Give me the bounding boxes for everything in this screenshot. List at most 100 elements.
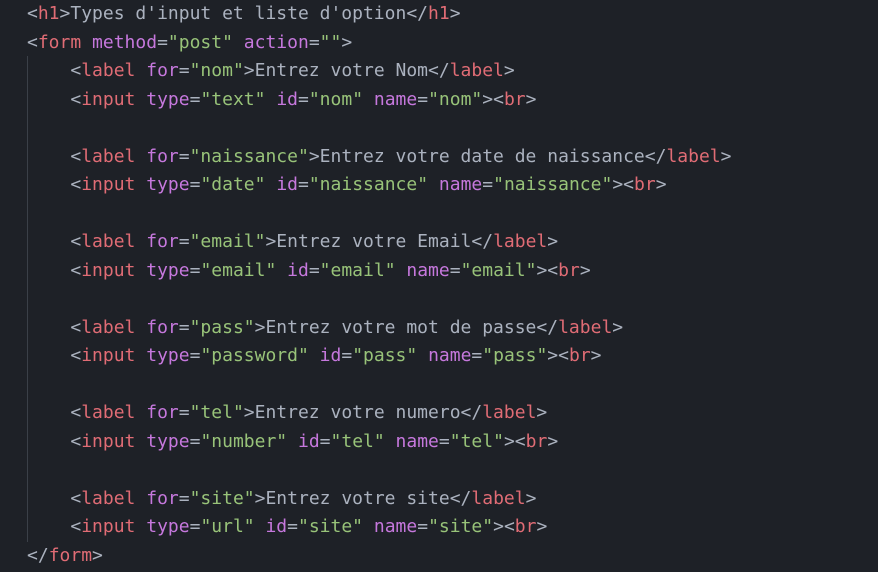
punctuation: </ xyxy=(471,231,494,252)
attribute-name: name xyxy=(406,259,450,281)
tag-name: label xyxy=(558,316,613,338)
tag-name: label xyxy=(81,231,136,252)
text-content: Entrez votre Nom xyxy=(254,60,429,81)
attribute-value: "pass" xyxy=(482,345,548,366)
attribute-value: "naissance" xyxy=(493,174,613,195)
punctuation: < xyxy=(70,231,82,252)
attribute-value: "post" xyxy=(167,31,233,53)
tag-name: input xyxy=(81,430,136,452)
punctuation: > xyxy=(493,516,504,537)
tag-name: label xyxy=(81,145,136,167)
punctuation: = xyxy=(189,430,201,452)
punctuation: = xyxy=(438,430,450,452)
code-line[interactable]: <input type="password" id="pass" name="p… xyxy=(27,342,601,370)
attribute-value: "password" xyxy=(200,345,309,366)
text-content: Entrez votre date de naissance xyxy=(319,145,645,167)
punctuation: > xyxy=(449,3,461,24)
attribute-value: "number" xyxy=(200,430,288,452)
punctuation: < xyxy=(70,60,82,81)
punctuation: = xyxy=(178,402,190,423)
code-line[interactable]: <input type="date" id="naissance" name="… xyxy=(27,171,666,199)
text-content xyxy=(135,402,146,423)
punctuation: > xyxy=(525,88,537,110)
text-content: Entrez votre numero xyxy=(254,402,461,423)
code-line[interactable]: <input type="text" id="nom" name="nom"><… xyxy=(27,86,536,114)
punctuation: > xyxy=(503,60,515,81)
text-content: Types d'input et liste d'option xyxy=(70,3,407,24)
punctuation: < xyxy=(503,516,515,537)
code-line[interactable]: <label for="site">Entrez votre site</lab… xyxy=(27,485,536,513)
punctuation: > xyxy=(265,231,277,252)
punctuation: = xyxy=(308,259,320,281)
code-line[interactable]: <label for="nom">Entrez votre Nom</label… xyxy=(27,57,515,85)
tag-name: h1 xyxy=(428,3,450,24)
text-content xyxy=(287,431,298,452)
punctuation: < xyxy=(70,516,82,537)
code-line[interactable]: <input type="email" id="email" name="ema… xyxy=(27,257,590,285)
punctuation: > xyxy=(612,316,624,338)
text-content xyxy=(396,260,407,281)
punctuation: </ xyxy=(460,402,483,423)
attribute-name: for xyxy=(146,145,179,167)
punctuation: = xyxy=(417,516,429,537)
punctuation: < xyxy=(27,3,38,24)
tag-name: input xyxy=(81,516,136,537)
code-line[interactable]: </form> xyxy=(27,542,103,570)
code-line[interactable]: <input type="number" id="tel" name="tel"… xyxy=(27,428,558,456)
punctuation: < xyxy=(70,430,82,452)
code-editor[interactable]: <h1>Types d'input et liste d'option</h1>… xyxy=(0,0,878,572)
code-line[interactable]: <form method="post" action=""> xyxy=(27,29,352,57)
punctuation: </ xyxy=(406,3,429,24)
attribute-name: type xyxy=(146,430,190,452)
attribute-name: name xyxy=(373,516,418,537)
tag-name: form xyxy=(37,31,82,53)
punctuation: > xyxy=(720,145,732,167)
tag-name: input xyxy=(81,259,136,281)
text-content xyxy=(135,488,146,509)
code-line[interactable]: <label for="naissance">Entrez votre date… xyxy=(27,143,731,171)
punctuation: > xyxy=(547,231,559,252)
attribute-value: "email" xyxy=(189,231,266,252)
tag-name: input xyxy=(81,345,136,366)
tag-name: label xyxy=(81,316,136,338)
code-line[interactable]: <h1>Types d'input et liste d'option</h1> xyxy=(27,0,461,28)
punctuation: < xyxy=(558,345,569,366)
punctuation: = xyxy=(319,430,331,452)
punctuation: > xyxy=(341,31,353,53)
attribute-value: "naissance" xyxy=(308,174,429,195)
code-line[interactable]: <input type="url" id="site" name="site">… xyxy=(27,513,547,541)
punctuation: </ xyxy=(644,145,667,167)
punctuation: < xyxy=(547,259,559,281)
punctuation: = xyxy=(189,88,201,110)
punctuation: = xyxy=(178,231,190,252)
punctuation: = xyxy=(449,259,461,281)
attribute-name: for xyxy=(146,402,179,423)
punctuation: < xyxy=(70,487,82,509)
text-content xyxy=(135,345,146,366)
tag-name: br xyxy=(558,259,580,281)
attribute-name: name xyxy=(428,345,472,366)
code-line[interactable]: <label for="tel">Entrez votre numero</la… xyxy=(27,399,547,427)
punctuation: > xyxy=(59,3,71,24)
punctuation: < xyxy=(70,402,82,423)
attribute-value: "site" xyxy=(189,487,255,509)
code-line[interactable]: <label for="pass">Entrez votre mot de pa… xyxy=(27,314,623,342)
punctuation: = xyxy=(189,174,201,195)
text-content xyxy=(135,89,146,110)
attribute-value: "nom" xyxy=(189,60,244,81)
punctuation: < xyxy=(70,345,82,366)
tag-name: br xyxy=(503,88,526,110)
attribute-name: id xyxy=(276,174,298,195)
attribute-name: type xyxy=(146,345,190,366)
punctuation: < xyxy=(70,88,82,110)
code-line[interactable]: <label for="email">Entrez votre Email</l… xyxy=(27,228,558,256)
attribute-value: "tel" xyxy=(449,430,504,452)
attribute-name: name xyxy=(395,430,439,452)
attribute-name: id xyxy=(297,430,320,452)
tag-name: input xyxy=(81,174,136,195)
